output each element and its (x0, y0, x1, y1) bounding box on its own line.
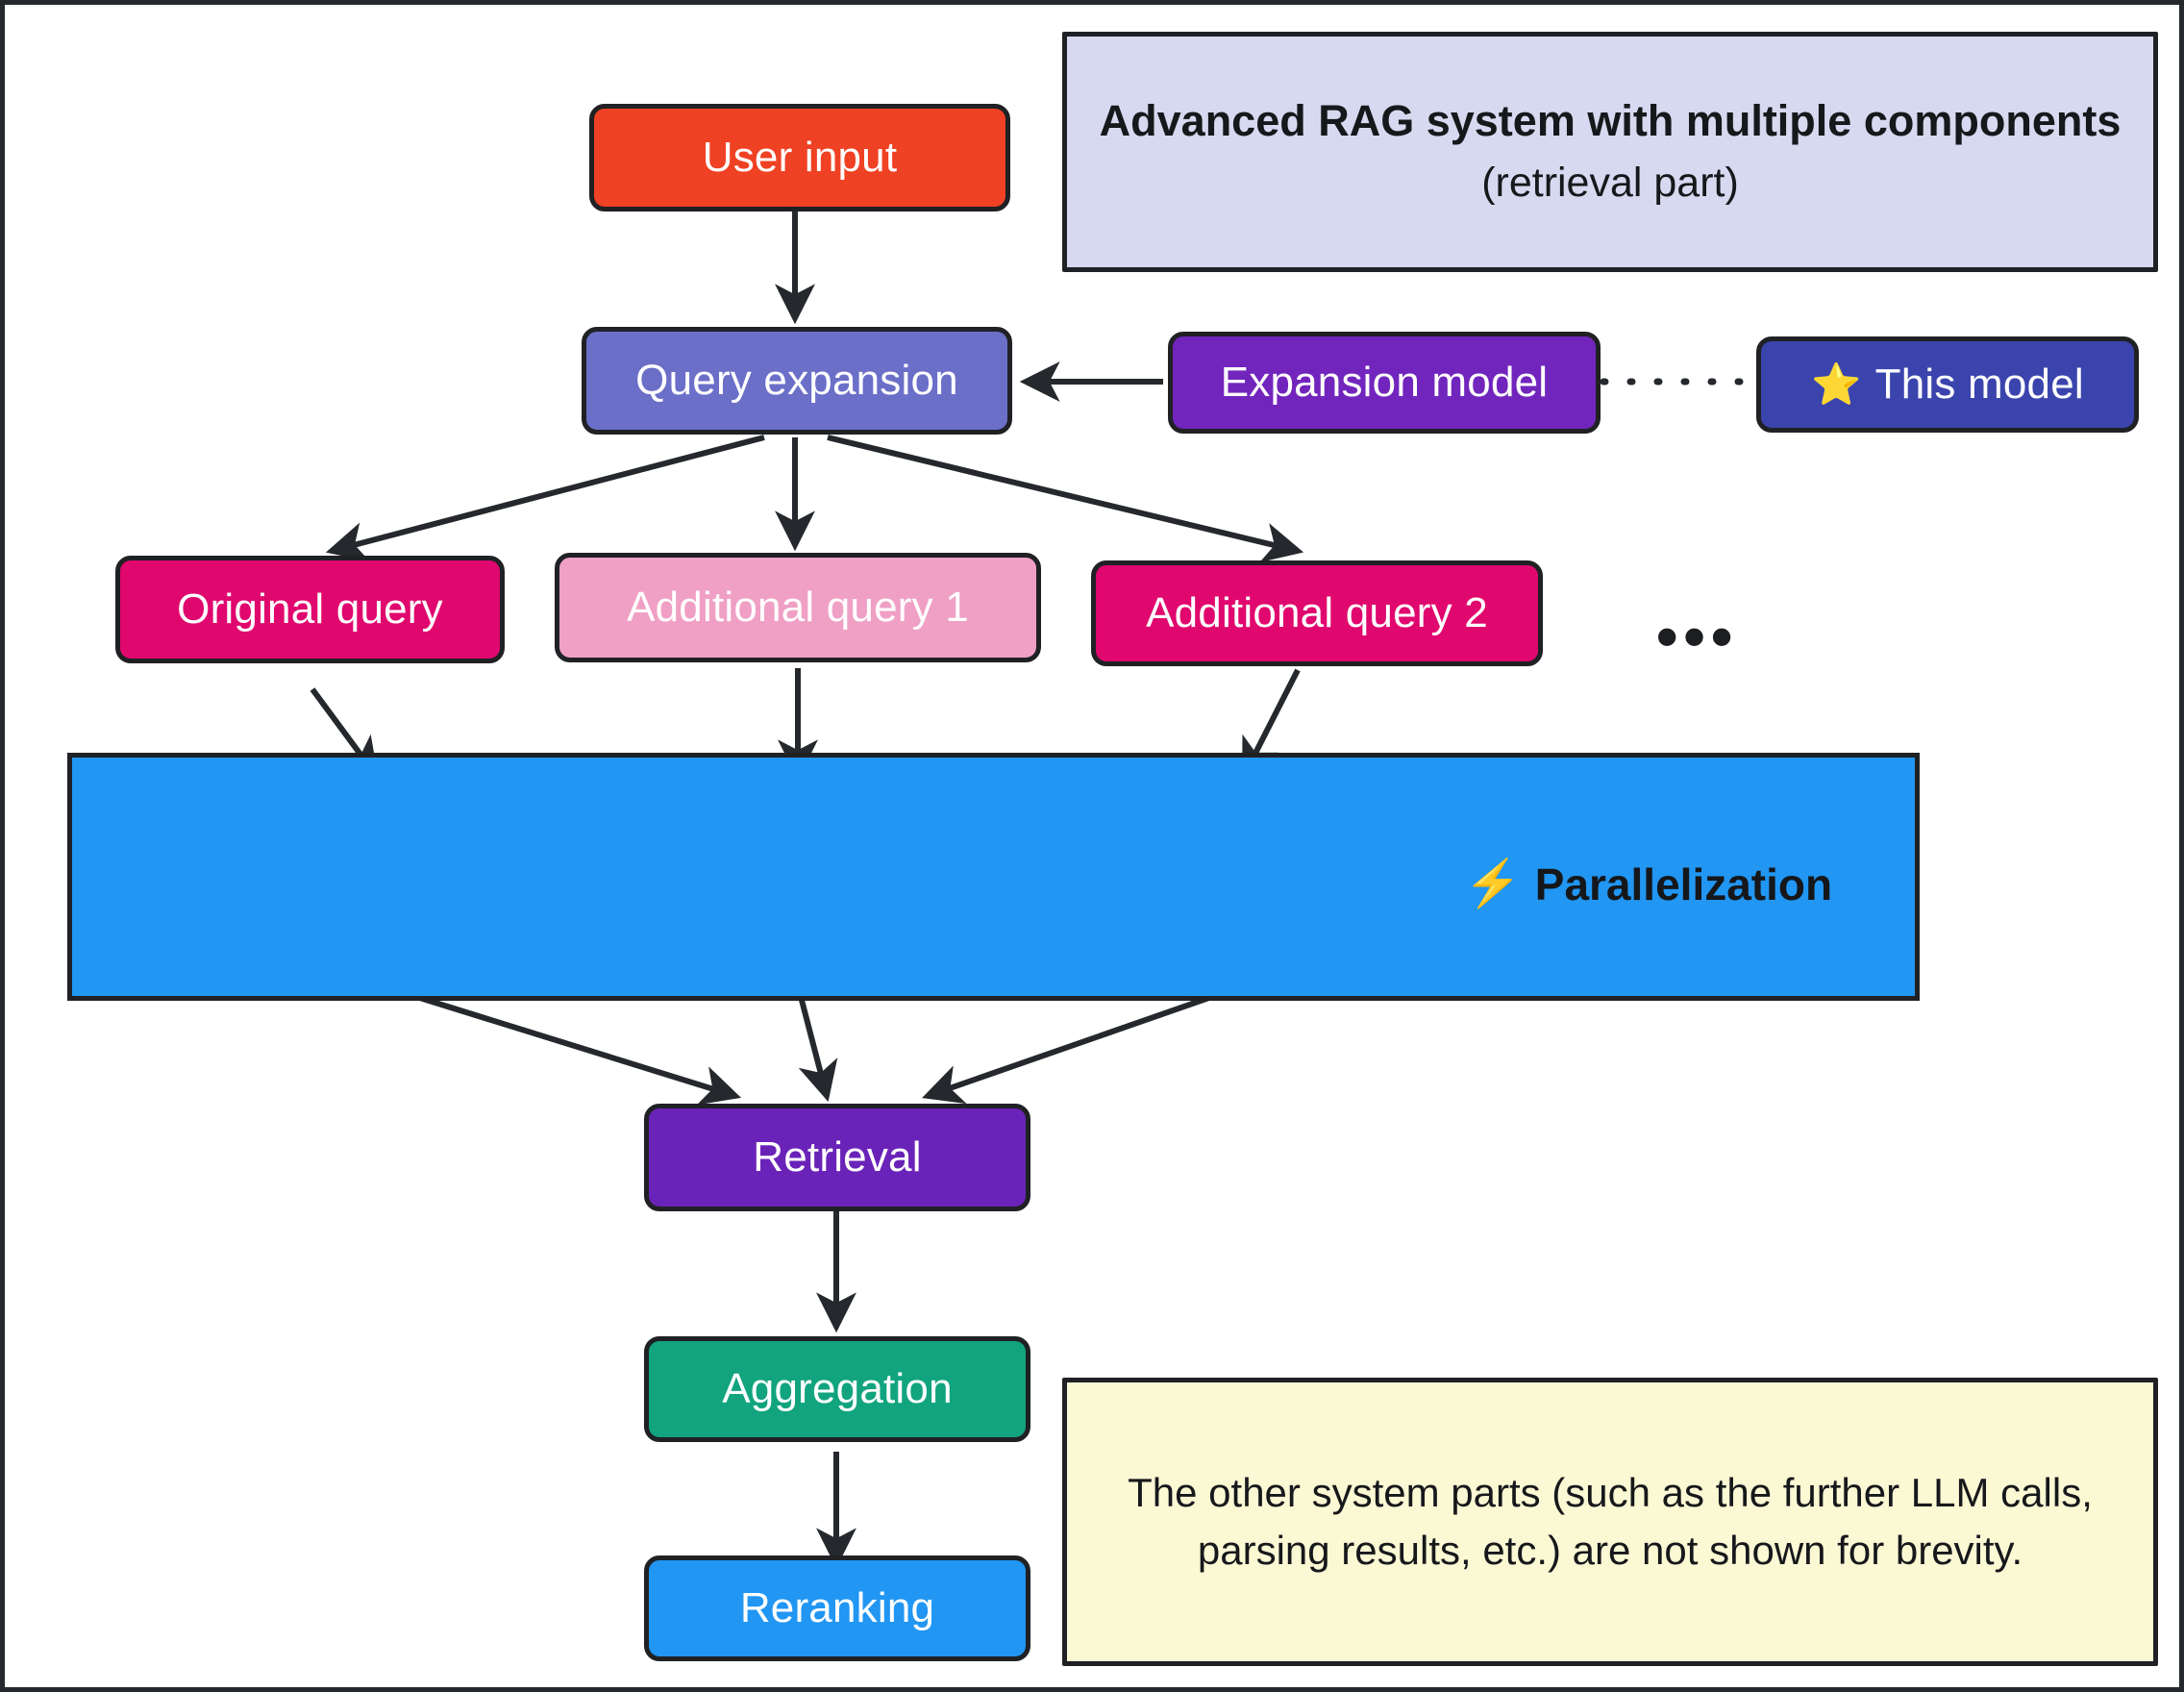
note-box: The other system parts (such as the furt… (1062, 1378, 2158, 1666)
node-this-model[interactable]: ⭐ This model (1756, 336, 2139, 433)
diagram-canvas: Advanced RAG system with multiple compon… (0, 0, 2184, 1692)
node-retrieval[interactable]: Retrieval (644, 1104, 1030, 1211)
ellipsis-indicator: ••• (1656, 602, 1739, 671)
legend-title-box: Advanced RAG system with multiple compon… (1062, 32, 2158, 272)
node-query-expansion[interactable]: Query expansion (582, 327, 1012, 435)
node-expansion-model[interactable]: Expansion model (1168, 332, 1601, 434)
parallelization-label: ⚡ Parallelization (1464, 858, 1832, 910)
parallelization-label-text: Parallelization (1534, 859, 1833, 909)
node-original-query-label: Original query (177, 585, 443, 633)
node-additional-query-2-label: Additional query 2 (1146, 588, 1488, 636)
node-reranking[interactable]: Reranking (644, 1555, 1030, 1661)
node-reranking-label: Reranking (739, 1583, 935, 1631)
node-additional-query-1[interactable]: Additional query 1 (555, 553, 1041, 662)
lightning-bolt-icon: ⚡ (1464, 858, 1522, 909)
node-additional-query-2[interactable]: Additional query 2 (1091, 560, 1543, 666)
node-aggregation-label: Aggregation (722, 1364, 953, 1412)
node-additional-query-1-label: Additional query 1 (627, 583, 969, 631)
node-expansion-model-label: Expansion model (1220, 358, 1549, 406)
node-retrieval-label: Retrieval (753, 1132, 922, 1181)
node-original-query[interactable]: Original query (115, 556, 505, 663)
node-user-input-label: User input (702, 133, 898, 181)
star-icon: ⭐ (1811, 361, 1862, 407)
node-query-expansion-label: Query expansion (635, 356, 958, 404)
node-this-model-label: This model (1874, 360, 2084, 408)
note-text: The other system parts (such as the furt… (1128, 1470, 2093, 1573)
node-aggregation[interactable]: Aggregation (644, 1336, 1030, 1442)
legend-title-text: Advanced RAG system with multiple compon… (1099, 96, 2122, 146)
legend-subtitle-text: (retrieval part) (1481, 159, 1739, 206)
node-user-input[interactable]: User input (589, 104, 1010, 212)
